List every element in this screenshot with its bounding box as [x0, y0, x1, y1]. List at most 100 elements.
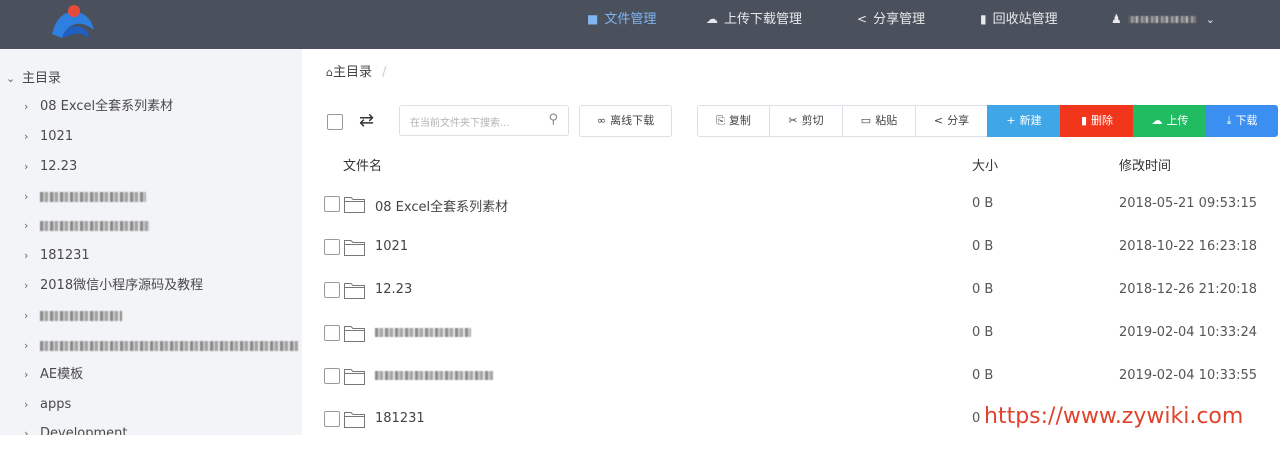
row-checkbox[interactable] [324, 282, 340, 298]
column-header-name[interactable]: 文件名 [343, 155, 382, 174]
tree-item[interactable]: › [24, 184, 146, 210]
file-name-redacted[interactable] [375, 368, 493, 383]
file-name[interactable]: 08 Excel全套系列素材 [375, 196, 508, 215]
tree-item[interactable]: › 2018微信小程序源码及教程 [24, 273, 203, 299]
redacted-folder-name [40, 310, 122, 321]
tree-item[interactable]: › 181231 [24, 243, 90, 269]
breadcrumb: ⌂主目录 / [326, 61, 386, 80]
column-header-modified[interactable]: 修改时间 [1119, 155, 1171, 174]
chevron-right-icon: › [24, 160, 29, 173]
file-modified: 2019-02-04 10:33:24 [1119, 325, 1258, 340]
file-modified: 2018-05-21 09:53:15 [1119, 196, 1258, 211]
table-row[interactable]: 12.23 0 B 2018-12-26 21:20:18 [324, 282, 1280, 322]
tree-item[interactable]: › AE模板 [24, 362, 83, 388]
file-name[interactable]: 12.23 [375, 282, 412, 297]
table-row[interactable]: 0 B 2019-02-04 10:33:24 [324, 325, 1280, 365]
tree-item[interactable]: › 1021 [24, 124, 73, 150]
row-checkbox[interactable] [324, 196, 340, 212]
chevron-right-icon: › [24, 130, 29, 143]
nav-transfer-management[interactable]: ☁ 上传下载管理 [706, 0, 802, 40]
row-checkbox[interactable] [324, 411, 340, 427]
chevron-right-icon: › [24, 368, 29, 381]
chevron-right-icon: › [24, 427, 29, 435]
chevron-right-icon: › [24, 339, 29, 352]
share-icon: < [933, 114, 944, 127]
chevron-right-icon: › [24, 190, 29, 203]
tree-item[interactable]: › 08 Excel全套系列素材 [24, 94, 173, 120]
folder-icon [344, 412, 365, 428]
folder-icon [344, 326, 365, 342]
chevron-down-icon: ⌄ [6, 72, 16, 85]
tree-root[interactable]: ⌄ 主目录 [6, 66, 61, 92]
folder-icon [344, 283, 365, 299]
offline-download-button[interactable]: ∞ 离线下载 [579, 105, 672, 137]
username-redacted [1127, 16, 1196, 23]
file-modified: 2018-10-22 16:23:18 [1119, 239, 1258, 254]
trash-icon: ▮ [980, 12, 987, 26]
folder-icon [344, 369, 365, 385]
home-icon: ⌂ [326, 66, 333, 79]
redacted-folder-name [40, 220, 150, 231]
user-menu[interactable]: ♟ ⌄ [1111, 0, 1215, 40]
breadcrumb-root[interactable]: 主目录 [333, 65, 372, 80]
table-row[interactable]: 1021 0 B 2018-10-22 16:23:18 [324, 239, 1280, 279]
file-name[interactable]: 181231 [375, 411, 425, 426]
download-button[interactable]: ⤓ 下载 [1206, 105, 1278, 137]
copy-button[interactable]: ⎘ 复制 [697, 105, 770, 137]
select-all-checkbox[interactable] [327, 114, 343, 130]
share-button[interactable]: < 分享 [915, 105, 988, 137]
tree-item[interactable]: › Development [24, 421, 128, 435]
nav-recycle-management[interactable]: ▮ 回收站管理 [980, 0, 1058, 40]
copy-icon: ⎘ [716, 114, 725, 127]
cloud-upload-icon: ☁ [1151, 114, 1163, 127]
cut-button[interactable]: ✂ 剪切 [769, 105, 843, 137]
nav-share-management[interactable]: < 分享管理 [857, 0, 925, 40]
upload-button[interactable]: ☁ 上传 [1133, 105, 1207, 137]
redacted-folder-name [40, 191, 146, 202]
chevron-right-icon: › [24, 398, 29, 411]
clipboard-icon: ▭ [860, 114, 872, 127]
table-row[interactable]: 08 Excel全套系列素材 0 B 2018-05-21 09:53:15 [324, 196, 1280, 236]
tree-item[interactable]: › [24, 303, 122, 329]
tree-item[interactable]: › 12.23 [24, 154, 77, 180]
file-size: 0 B [972, 239, 994, 254]
file-name[interactable]: 1021 [375, 239, 408, 254]
link-icon: ∞ [596, 114, 607, 127]
chevron-right-icon: › [24, 309, 29, 322]
file-size: 0 B [972, 368, 994, 383]
chevron-right-icon: › [24, 249, 29, 262]
download-icon: ⤓ [1226, 114, 1232, 127]
tree-item[interactable]: › apps [24, 392, 71, 418]
top-navbar: ■ 文件管理 ☁ 上传下载管理 < 分享管理 ▮ 回收站管理 ♟ ⌄ [0, 0, 1280, 49]
file-modified: 2018-12-26 21:20:18 [1119, 282, 1258, 297]
new-button[interactable]: + 新建 [987, 105, 1061, 137]
nav-file-management[interactable]: ■ 文件管理 [587, 0, 656, 40]
file-size: 0 B [972, 196, 994, 211]
table-row[interactable]: 0 B 2019-02-04 10:33:55 [324, 368, 1280, 408]
user-icon: ♟ [1111, 12, 1122, 26]
chevron-right-icon: › [24, 219, 29, 232]
plus-icon: + [1006, 114, 1016, 127]
row-checkbox[interactable] [324, 325, 340, 341]
trash-icon: ▮ [1080, 114, 1088, 127]
paste-button[interactable]: ▭ 粘贴 [842, 105, 916, 137]
chevron-right-icon: › [24, 100, 29, 113]
column-header-size[interactable]: 大小 [972, 155, 998, 174]
file-size: 0 B [972, 325, 994, 340]
chevron-down-icon: ⌄ [1205, 13, 1215, 26]
chevron-right-icon: › [24, 279, 29, 292]
file-size: 0 B [972, 282, 994, 297]
cloud-icon: ☁ [706, 12, 718, 26]
app-logo[interactable] [44, 0, 104, 44]
tree-item[interactable]: › [24, 333, 298, 359]
file-name-redacted[interactable] [375, 325, 471, 340]
delete-button[interactable]: ▮ 删除 [1060, 105, 1134, 137]
search-placeholder: 在当前文件夹下搜索... [410, 118, 510, 129]
switch-view-icon[interactable]: ⇄ [359, 110, 374, 131]
search-input[interactable]: 在当前文件夹下搜索... ⚲ [399, 105, 569, 136]
tree-item[interactable]: › [24, 213, 150, 239]
row-checkbox[interactable] [324, 239, 340, 255]
folder-tree-sidebar: ⌄ 主目录 › 08 Excel全套系列素材 › 1021 › 12.23 › › › 1… [0, 49, 302, 435]
row-checkbox[interactable] [324, 368, 340, 384]
search-icon[interactable]: ⚲ [548, 112, 558, 127]
